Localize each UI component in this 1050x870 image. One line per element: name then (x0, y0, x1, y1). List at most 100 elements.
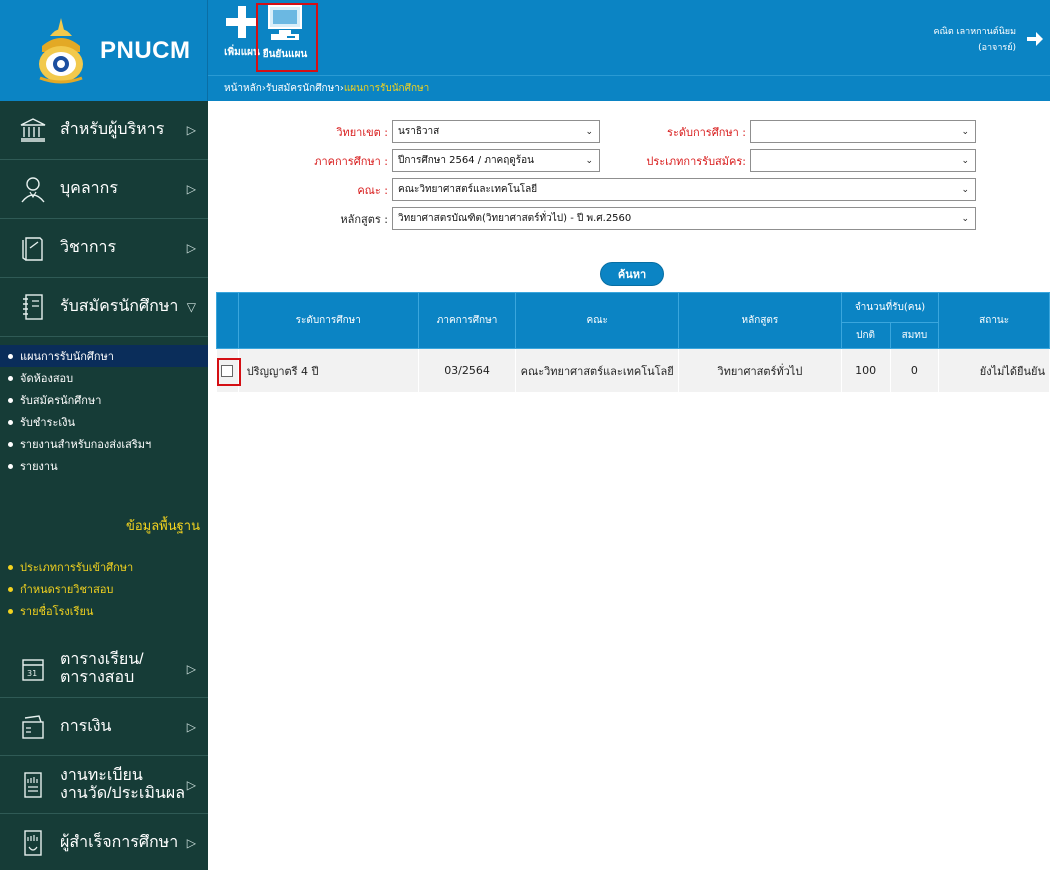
logo-box[interactable]: PNUCM (0, 0, 208, 101)
sidebar-item-label: การเงิน (60, 717, 112, 735)
submenu-item-admission[interactable]: รับสมัครนักศึกษา (0, 389, 208, 411)
bullet-icon (8, 419, 13, 425)
submenu-item-exam-room[interactable]: จัดห้องสอบ (0, 367, 208, 389)
chevron-down-icon: ⌄ (961, 155, 969, 166)
sidebar-item-label: บุคลากร (60, 180, 118, 197)
book-icon (18, 233, 48, 263)
sidebar-item-executive[interactable]: สำหรับผู้บริหาร ▷ (0, 101, 208, 160)
campus-select-value: นราธิวาส (398, 126, 440, 137)
person-icon (18, 174, 48, 204)
bullet-icon (8, 564, 13, 570)
chevron-down-icon: ▽ (186, 300, 196, 314)
cell-level: ปริญญาตรี 4 ปี (237, 348, 419, 393)
bullet-icon (8, 375, 13, 381)
term-row: ภาคการศึกษา : ปีการศึกษา 2564 / ภาคฤดูร้… (300, 149, 600, 172)
submenu-label: กำหนดรายวิชาสอบ (20, 583, 114, 596)
label-line-2: งานวัด/ประเมินผล (60, 784, 186, 802)
sidebar-item-academic[interactable]: วิชาการ ▷ (0, 219, 208, 278)
bottom-menu: 31 ตารางเรียน/ตารางสอบ ▷ การเงิน ▷ งานทะ… (0, 640, 208, 870)
top-toolbar: เพิ่มแผน ยืนยันแผน คณิต เลาหกานต์นิยม (อ… (208, 0, 1050, 75)
breadcrumb: หน้าหลัก › รับสมัครนักศึกษา › แผนการรับน… (208, 75, 1050, 101)
chevron-right-icon: ▷ (186, 123, 196, 137)
apptype-select[interactable]: ⌄ (750, 149, 976, 172)
submenu-label: รับชำระเงิน (20, 416, 75, 429)
campus-label: วิทยาเขต : (336, 125, 388, 139)
level-row: ระดับการศึกษา : ⌄ (626, 120, 976, 143)
breadcrumb-current: แผนการรับนักศึกษา (343, 83, 430, 94)
wallet-icon (18, 712, 48, 742)
sidebar: PNUCM สำหรับผู้บริหาร ▷ บุคลากร ▷ วิชากา… (0, 0, 208, 870)
cell-extra: 0 (889, 348, 940, 393)
chevron-down-icon: ⌄ (585, 126, 593, 137)
sidebar-item-admission[interactable]: รับสมัครนักศึกษา ▽ (0, 278, 208, 337)
plan-table: ระดับการศึกษา ภาคการศึกษา คณะ หลักสูตร จ… (216, 292, 1050, 393)
sidebar-item-registry[interactable]: งานทะเบียน งานวัด/ประเมินผล ▷ (0, 756, 208, 814)
faculty-label: คณะ : (357, 183, 388, 197)
admission-submenu: แผนการรับนักศึกษา จัดห้องสอบ รับสมัครนัก… (0, 337, 208, 622)
sidebar-item-label: สำหรับผู้บริหาร (60, 121, 165, 138)
breadcrumb-parent[interactable]: รับสมัครนักศึกษา (266, 81, 340, 96)
sidebar-item-label: ผู้สำเร็จการศึกษา (60, 833, 179, 851)
submenu-item-plan[interactable]: แผนการรับนักศึกษา (0, 345, 208, 367)
calendar-icon: 31 (18, 654, 48, 684)
search-button[interactable]: ค้นหา (600, 262, 664, 286)
submenu-label: รายชื่อโรงเรียน (20, 605, 94, 618)
submenu-item-exam-subjects[interactable]: กำหนดรายวิชาสอบ (0, 578, 208, 600)
submenu-label: รับสมัครนักศึกษา (20, 394, 102, 407)
level-label: ระดับการศึกษา : (667, 125, 746, 139)
select-column-header (216, 292, 239, 349)
sidebar-item-schedule[interactable]: 31 ตารางเรียน/ตารางสอบ ▷ (0, 640, 208, 698)
submenu-item-promotion-report[interactable]: รายงานสำหรับกองส่งเสริมฯ (0, 433, 208, 455)
level-select[interactable]: ⌄ (750, 120, 976, 143)
chevron-down-icon: ⌄ (961, 213, 969, 224)
bullet-icon (8, 586, 13, 592)
chevron-right-icon: ▷ (186, 777, 196, 792)
term-select[interactable]: ปีการศึกษา 2564 / ภาคฤดูร้อน ⌄ (392, 149, 600, 172)
sidebar-item-finance[interactable]: การเงิน ▷ (0, 698, 208, 756)
svg-text:31: 31 (27, 669, 37, 678)
faculty-select[interactable]: คณะวิทยาศาสตร์และเทคโนโลยี ⌄ (392, 178, 976, 201)
bank-icon (18, 115, 48, 145)
chevron-right-icon: ▷ (186, 661, 196, 676)
chevron-right-icon: ▷ (186, 719, 196, 734)
submenu-label: แผนการรับนักศึกษา (20, 350, 114, 363)
campus-select[interactable]: นราธิวาส ⌄ (392, 120, 600, 143)
program-select[interactable]: วิทยาศาสตรบัณฑิต(วิทยาศาสตร์ทั่วไป) - ปี… (392, 207, 976, 230)
program-label: หลักสูตร : (340, 212, 388, 226)
sidebar-item-label: วิชาการ (60, 239, 117, 256)
sidebar-item-graduates[interactable]: ผู้สำเร็จการศึกษา ▷ (0, 814, 208, 870)
apptype-label: ประเภทการรับสมัคร: (646, 154, 746, 168)
user-info: คณิต เลาหกานต์นิยม (อาจารย์) (933, 24, 1016, 56)
notebook-icon (18, 292, 48, 322)
apptype-row: ประเภทการรับสมัคร: ⌄ (626, 149, 976, 172)
breadcrumb-home[interactable]: หน้าหลัก (224, 81, 262, 96)
column-header-normal: ปกติ (840, 322, 891, 349)
plus-icon (226, 6, 258, 38)
bullet-icon (8, 397, 13, 403)
sidebar-item-personnel[interactable]: บุคลากร ▷ (0, 160, 208, 219)
label-line-2: ตารางสอบ (60, 668, 135, 686)
registry-icon (18, 770, 48, 800)
sidebar-item-label: รับสมัครนักศึกษา (60, 298, 179, 315)
faculty-select-value: คณะวิทยาศาสตร์และเทคโนโลยี (398, 184, 538, 195)
column-header-level: ระดับการศึกษา (237, 292, 419, 349)
graduate-icon (18, 828, 48, 858)
submenu-item-payment[interactable]: รับชำระเงิน (0, 411, 208, 433)
submenu-item-schools[interactable]: รายชื่อโรงเรียน (0, 600, 208, 622)
highlight-box (217, 358, 241, 386)
column-header-status: สถานะ (938, 292, 1050, 349)
label-line-1: ตารางเรียน/ (60, 650, 144, 668)
term-label: ภาคการศึกษา : (314, 154, 388, 168)
column-header-program: หลักสูตร (678, 292, 842, 349)
chevron-right-icon: ▷ (186, 182, 196, 196)
program-select-value: วิทยาศาสตรบัณฑิต(วิทยาศาสตร์ทั่วไป) - ปี… (398, 213, 632, 224)
column-header-faculty: คณะ (515, 292, 680, 349)
cell-status: ยังไม่ได้ยืนยัน (938, 348, 1050, 393)
table-row[interactable]: ปริญญาตรี 4 ปี 03/2564 คณะวิทยาศาสตร์และ… (216, 348, 1050, 393)
chevron-right-icon: ▷ (186, 835, 196, 850)
logout-arrow-icon[interactable] (1026, 30, 1044, 48)
basic-data-heading: ข้อมูลพื้นฐาน (125, 519, 200, 534)
submenu-item-admission-type[interactable]: ประเภทการรับเข้าศึกษา (0, 556, 208, 578)
submenu-item-report[interactable]: รายงาน (0, 455, 208, 477)
row-select-cell (216, 348, 241, 393)
